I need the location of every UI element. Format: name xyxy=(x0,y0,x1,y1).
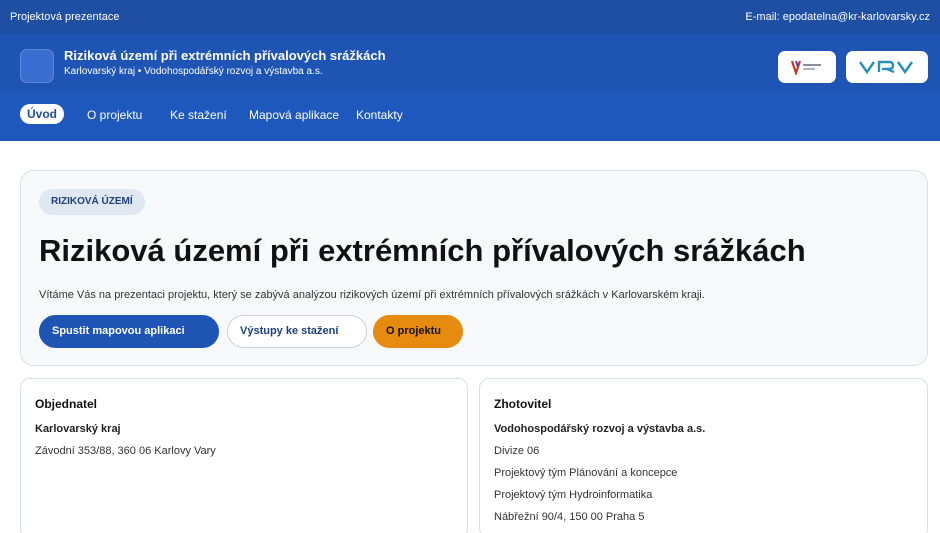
hero-section: RIZIKOVÁ ÚZEMÍ Riziková území při extrém… xyxy=(20,170,928,366)
client-card: Objednatel Karlovarský kraj Závodní 353/… xyxy=(20,378,468,533)
site-name: Projektová prezentace xyxy=(10,11,120,23)
nav-item-ke-stazeni[interactable]: Ke stažení xyxy=(170,108,227,122)
hero-badge: RIZIKOVÁ ÚZEMÍ xyxy=(39,189,145,215)
karlovarsky-kraj-emblem-icon xyxy=(790,60,821,75)
site-title[interactable]: Riziková území při extrémních přívalovýc… xyxy=(64,48,386,63)
client-name: Karlovarský kraj xyxy=(35,423,121,435)
nav-item-kontakty[interactable]: Kontakty xyxy=(356,108,403,122)
site-header: Riziková území při extrémních přívalovýc… xyxy=(0,34,940,94)
about-project-button[interactable]: O projektu xyxy=(373,315,463,348)
contractor-line: Projektový tým Hydroinformatika xyxy=(494,489,653,501)
contact-email[interactable]: E-mail: epodatelna@kr-karlovarsky.cz xyxy=(745,11,930,23)
main-navigation: Úvod O projektu Ke stažení Mapová aplika… xyxy=(0,94,940,141)
launch-map-app-button[interactable]: Spustit mapovou aplikaci xyxy=(39,315,219,348)
vrv-logo[interactable] xyxy=(846,51,928,83)
site-logo[interactable] xyxy=(20,49,54,83)
karlovarsky-kraj-logo[interactable] xyxy=(778,51,836,83)
hero-heading: Riziková území při extrémních přívalovýc… xyxy=(39,233,806,268)
contractor-line: Projektový tým Plánování a koncepce xyxy=(494,467,678,479)
client-title: Objednatel xyxy=(35,397,98,411)
vrv-wordmark-icon xyxy=(859,60,913,75)
site-subtitle: Karlovarský kraj • Vodohospodářský rozvo… xyxy=(64,66,323,77)
contractor-card: Zhotovitel Vodohospodářský rozvoj a výst… xyxy=(479,378,928,533)
client-address: Závodní 353/88, 360 06 Karlovy Vary xyxy=(35,445,216,457)
nav-item-o-projektu[interactable]: O projektu xyxy=(87,108,142,122)
contractor-title: Zhotovitel xyxy=(494,397,552,411)
nav-item-uvod[interactable]: Úvod xyxy=(20,104,64,124)
hero-description: Vítáme Vás na prezentaci projektu, který… xyxy=(39,289,705,301)
contractor-name: Vodohospodářský rozvoj a výstavba a.s. xyxy=(494,423,706,435)
downloads-button[interactable]: Výstupy ke stažení xyxy=(227,315,367,348)
contractor-line: Divize 06 xyxy=(494,445,540,457)
contractor-address: Nábřežní 90/4, 150 00 Praha 5 xyxy=(494,511,645,523)
nav-item-mapova-aplikace[interactable]: Mapová aplikace xyxy=(249,108,339,122)
top-info-bar: Projektová prezentace E-mail: epodatelna… xyxy=(0,0,940,34)
